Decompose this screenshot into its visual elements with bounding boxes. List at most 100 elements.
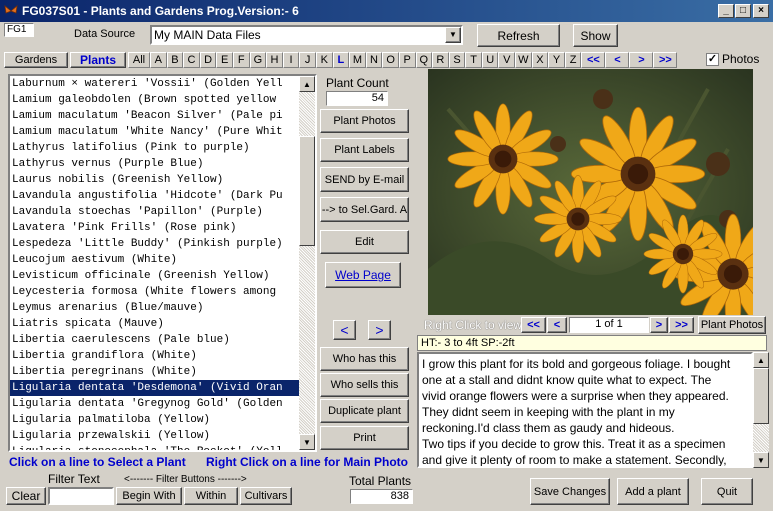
plant-photo[interactable] <box>428 69 753 315</box>
scroll-up-icon[interactable]: ▲ <box>299 76 315 92</box>
letter-t[interactable]: T <box>465 52 482 68</box>
who-has-this-button[interactable]: Who has this <box>320 347 409 371</box>
minimize-button[interactable]: _ <box>718 4 734 18</box>
prev-plant-button[interactable]: < <box>333 320 356 340</box>
plant-list-item[interactable]: Lavandula angustifolia 'Hidcote' (Dark P… <box>10 188 300 204</box>
letter-f[interactable]: F <box>232 52 250 68</box>
plant-list-item[interactable]: Laburnum × watereri 'Vossii' (Golden Yel… <box>10 76 300 92</box>
scroll-down-icon[interactable]: ▼ <box>299 434 315 450</box>
letter-l[interactable]: L <box>332 52 350 68</box>
desc-scroll-up-icon[interactable]: ▲ <box>753 352 769 368</box>
plant-list-item[interactable]: Lavandula stoechas 'Papillon' (Purple) <box>10 204 300 220</box>
plant-description[interactable]: I grow this plant for its bold and gorge… <box>417 352 753 468</box>
letter-z[interactable]: Z <box>564 52 582 68</box>
tab-plants[interactable]: Plants <box>70 52 126 68</box>
plant-labels-button[interactable]: Plant Labels <box>320 138 409 162</box>
letter-w[interactable]: W <box>515 52 532 68</box>
desc-scroll-down-icon[interactable]: ▼ <box>753 452 769 468</box>
within-button[interactable]: Within <box>184 487 238 505</box>
scroll-thumb[interactable] <box>299 136 315 246</box>
nav-prev-button[interactable]: < <box>605 52 630 68</box>
save-changes-button[interactable]: Save Changes <box>530 478 610 505</box>
filter-text-input[interactable] <box>48 487 114 505</box>
send-email-button[interactable]: SEND by E-mail <box>320 167 409 192</box>
data-source-select[interactable]: My MAIN Data Files ▼ <box>150 25 463 45</box>
plant-photos-button[interactable]: Plant Photos <box>320 109 409 133</box>
who-sells-this-button[interactable]: Who sells this <box>320 373 409 397</box>
maximize-button[interactable]: □ <box>735 4 751 18</box>
plant-list-item[interactable]: Ligularia palmatiloba (Yellow) <box>10 412 300 428</box>
show-button[interactable]: Show <box>573 24 618 47</box>
plant-list-item[interactable]: Ligularia stenocephala 'The Rocket' (Yel… <box>10 444 300 450</box>
photo-last-button[interactable]: >> <box>669 317 694 333</box>
plant-list-item[interactable]: Lavatera 'Pink Frills' (Rose pink) <box>10 220 300 236</box>
plant-list-item[interactable]: Ligularia dentata 'Gregynog Gold' (Golde… <box>10 396 300 412</box>
plant-list-item[interactable]: Leymus arenarius (Blue/mauve) <box>10 300 300 316</box>
photo-plant-photos-button[interactable]: Plant Photos <box>698 316 766 334</box>
letter-d[interactable]: D <box>199 52 217 68</box>
web-page-link[interactable]: Web Page <box>325 262 401 288</box>
plant-list-item[interactable]: Levisticum officinale (Greenish Yellow) <box>10 268 300 284</box>
letter-x[interactable]: X <box>531 52 549 68</box>
add-plant-button[interactable]: Add a plant <box>617 478 689 505</box>
letter-b[interactable]: B <box>166 52 184 68</box>
print-button[interactable]: Print <box>320 426 409 450</box>
photo-next-button[interactable]: > <box>650 317 668 333</box>
photo-prev-button[interactable]: < <box>547 317 567 333</box>
refresh-button[interactable]: Refresh <box>477 24 560 47</box>
plant-list-item[interactable]: Leucojum aestivum (White) <box>10 252 300 268</box>
letter-g[interactable]: G <box>249 52 267 68</box>
letter-h[interactable]: H <box>266 52 283 68</box>
chevron-down-icon[interactable]: ▼ <box>445 27 461 43</box>
plant-list-item[interactable]: Leycesteria formosa (White flowers among <box>10 284 300 300</box>
letter-e[interactable]: E <box>216 52 233 68</box>
letter-p[interactable]: P <box>398 52 416 68</box>
letter-m[interactable]: M <box>349 52 366 68</box>
quit-button[interactable]: Quit <box>701 478 753 505</box>
to-selected-garden-button[interactable]: --> to Sel.Gard. A <box>320 197 409 222</box>
letter-v[interactable]: V <box>498 52 516 68</box>
letter-all[interactable]: All <box>128 52 150 68</box>
letter-n[interactable]: N <box>365 52 383 68</box>
clear-button[interactable]: Clear <box>6 487 46 505</box>
plant-list-item[interactable]: Ligularia przewalskii (Yellow) <box>10 428 300 444</box>
plant-list-item[interactable]: Lathyrus vernus (Purple Blue) <box>10 156 300 172</box>
letter-j[interactable]: J <box>299 52 316 68</box>
plant-list-item[interactable]: Lamium maculatum 'Beacon Silver' (Pale p… <box>10 108 300 124</box>
begin-with-button[interactable]: Begin With <box>116 487 182 505</box>
cultivars-button[interactable]: Cultivars <box>240 487 292 505</box>
plant-list-item[interactable]: Lamium galeobdolen (Brown spotted yellow <box>10 92 300 108</box>
desc-scroll-thumb[interactable] <box>753 368 769 424</box>
photos-checkbox[interactable]: ✓ <box>706 53 719 66</box>
plant-list-item-selected[interactable]: Ligularia dentata 'Desdemona' (Vivid Ora… <box>10 380 300 396</box>
edit-button[interactable]: Edit <box>320 230 409 254</box>
plant-list-item[interactable]: Lamium maculatum 'White Nancy' (Pure Whi… <box>10 124 300 140</box>
next-plant-button[interactable]: > <box>368 320 391 340</box>
plant-list-scrollbar[interactable]: ▲ ▼ <box>299 76 315 450</box>
letter-y[interactable]: Y <box>548 52 565 68</box>
letter-s[interactable]: S <box>448 52 466 68</box>
plant-list-item[interactable]: Laurus nobilis (Greenish Yellow) <box>10 172 300 188</box>
nav-first-button[interactable]: << <box>581 52 606 68</box>
letter-o[interactable]: O <box>382 52 399 68</box>
letter-r[interactable]: R <box>432 52 449 68</box>
close-button[interactable]: × <box>753 4 769 18</box>
tab-gardens[interactable]: Gardens <box>4 52 68 68</box>
letter-c[interactable]: C <box>183 52 200 68</box>
plant-list-item[interactable]: Libertia peregrinans (White) <box>10 364 300 380</box>
letter-a[interactable]: A <box>150 52 167 68</box>
plant-list-item[interactable]: Lathyrus latifolius (Pink to purple) <box>10 140 300 156</box>
plant-list-item[interactable]: Lespedeza 'Little Buddy' (Pinkish purple… <box>10 236 300 252</box>
letter-i[interactable]: I <box>282 52 300 68</box>
plant-list-item[interactable]: Liatris spicata (Mauve) <box>10 316 300 332</box>
letter-q[interactable]: Q <box>415 52 433 68</box>
plant-list-item[interactable]: Libertia grandiflora (White) <box>10 348 300 364</box>
letter-u[interactable]: U <box>481 52 499 68</box>
plant-list[interactable]: Laburnum × watereri 'Vossii' (Golden Yel… <box>8 74 317 452</box>
letter-k[interactable]: K <box>315 52 333 68</box>
duplicate-plant-button[interactable]: Duplicate plant <box>320 399 409 423</box>
nav-next-button[interactable]: > <box>629 52 654 68</box>
plant-list-item[interactable]: Libertia caerulescens (Pale blue) <box>10 332 300 348</box>
photo-first-button[interactable]: << <box>521 317 546 333</box>
nav-last-button[interactable]: >> <box>653 52 678 68</box>
